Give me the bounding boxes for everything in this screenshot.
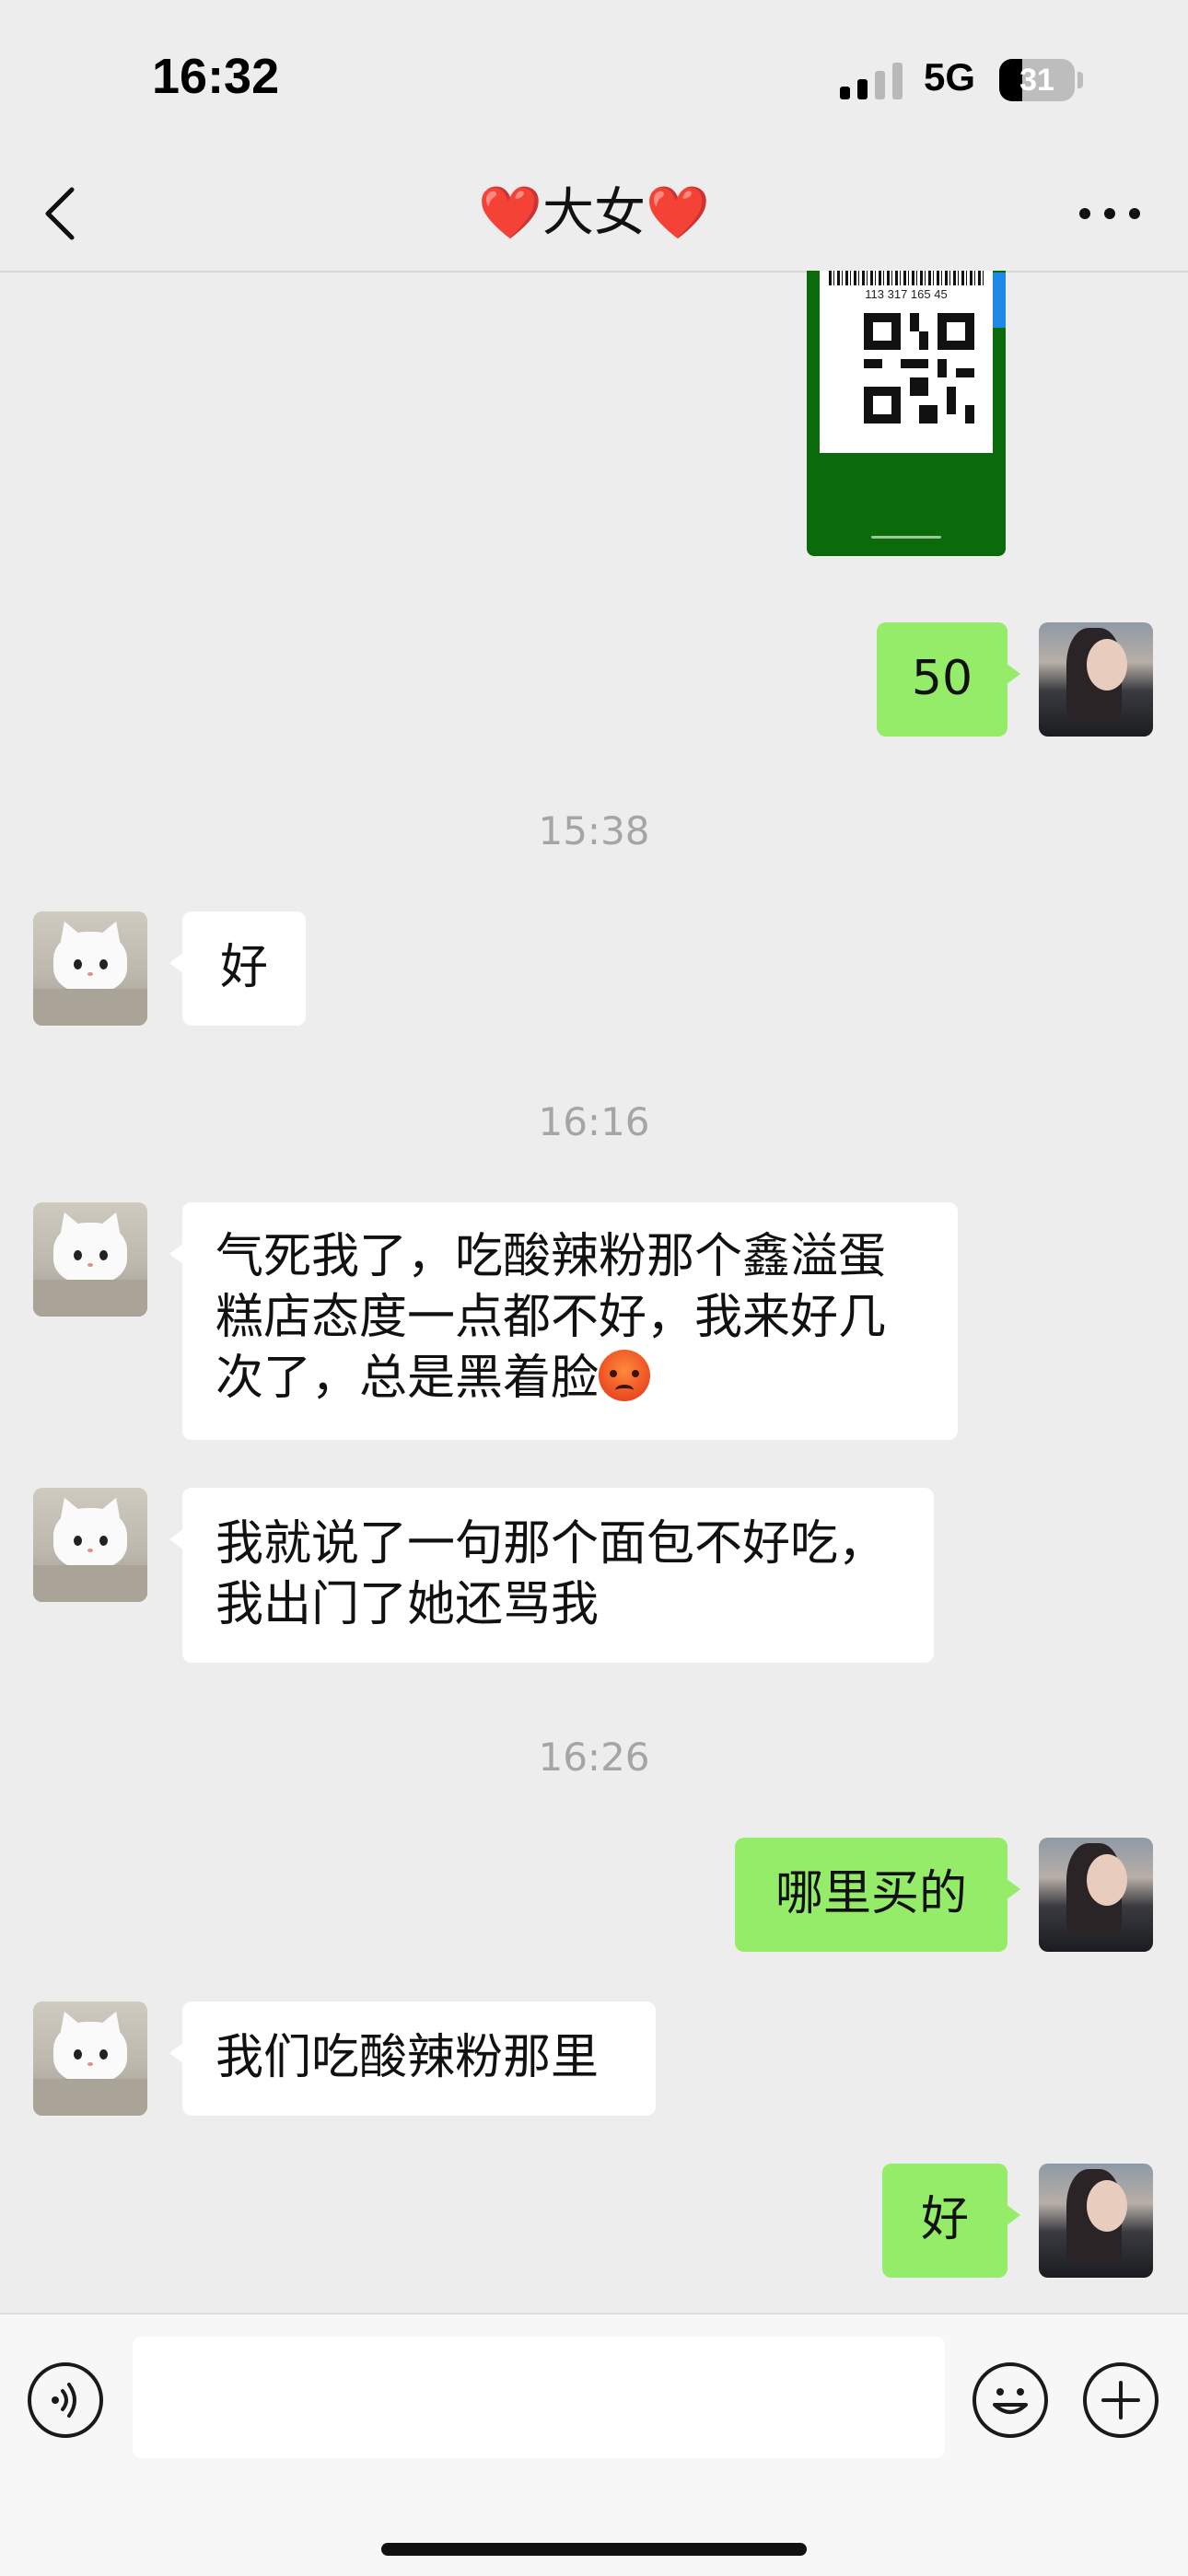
chat-title-text: 大女 — [542, 183, 646, 243]
message-input[interactable] — [133, 2337, 945, 2458]
heart-icon: ❤️ — [478, 183, 542, 243]
avatar[interactable] — [1039, 1838, 1153, 1952]
status-time: 16:32 — [152, 49, 280, 104]
message-text: 50 — [911, 651, 973, 706]
chat-title: ❤️大女❤️ — [0, 177, 1188, 250]
emoji-icon[interactable] — [973, 2362, 1048, 2438]
network-type: 5G — [924, 55, 976, 99]
message-list[interactable]: 113 317 165 45 50 15:38 好 16:16 气死我了，吃酸辣… — [0, 271, 1188, 2313]
status-bar: 16:32 5G 31 — [0, 0, 1188, 157]
avatar[interactable] — [1039, 622, 1153, 737]
avatar[interactable] — [33, 911, 147, 1026]
input-bar — [0, 2313, 1188, 2576]
avatar[interactable] — [1039, 2164, 1153, 2278]
message-text: 我就说了一句那个面包不好吃，我出门了她还骂我 — [215, 1516, 887, 1632]
image-message[interactable]: 113 317 165 45 — [807, 271, 1006, 556]
angry-face-emoji — [599, 1350, 651, 1401]
message-bubble-received[interactable]: 气死我了，吃酸辣粉那个鑫溢蛋糕店态度一点都不好，我来好几次了，总是黑着脸 — [169, 1202, 958, 1440]
message-text: 好 — [920, 2192, 969, 2247]
side-tab — [993, 273, 1006, 328]
chat-header: ❤️大女❤️ — [0, 157, 1188, 273]
message-bubble-received[interactable]: 我就说了一句那个面包不好吃，我出门了她还骂我 — [169, 1488, 934, 1663]
card-number: 113 317 165 45 — [865, 287, 948, 301]
message-text: 我们吃酸辣粉那里 — [215, 2030, 600, 2085]
barcode — [829, 271, 984, 285]
voice-icon[interactable] — [28, 2362, 103, 2438]
message-text: 气死我了，吃酸辣粉那个鑫溢蛋糕店态度一点都不好，我来好几次了，总是黑着脸 — [215, 1229, 887, 1406]
signal-icon — [840, 63, 903, 99]
timestamp: 15:38 — [538, 808, 650, 853]
avatar[interactable] — [33, 1488, 147, 1602]
message-bubble-received[interactable]: 我们吃酸辣粉那里 — [169, 2002, 656, 2116]
avatar[interactable] — [33, 2002, 147, 2116]
message-bubble-sent[interactable]: 好 — [882, 2164, 1020, 2278]
message-bubble-sent[interactable]: 50 — [877, 622, 1020, 737]
qr-code — [864, 313, 974, 424]
message-bubble-sent[interactable]: 哪里买的 — [735, 1838, 1020, 1952]
home-indicator[interactable] — [381, 2543, 807, 2556]
battery-level: 31 — [1019, 63, 1054, 98]
battery-icon: 31 — [999, 59, 1084, 101]
message-text: 好 — [219, 940, 268, 995]
heart-icon: ❤️ — [646, 183, 710, 243]
payment-code-screenshot: 113 317 165 45 — [820, 271, 993, 453]
timestamp: 16:26 — [538, 1735, 650, 1780]
plus-icon[interactable] — [1083, 2362, 1159, 2438]
more-dots-icon[interactable] — [1068, 184, 1151, 243]
home-indicator-thumb — [871, 536, 941, 539]
timestamp: 16:16 — [538, 1099, 650, 1144]
message-bubble-received[interactable]: 好 — [169, 911, 306, 1026]
message-text: 哪里买的 — [775, 1866, 967, 1921]
avatar[interactable] — [33, 1202, 147, 1317]
